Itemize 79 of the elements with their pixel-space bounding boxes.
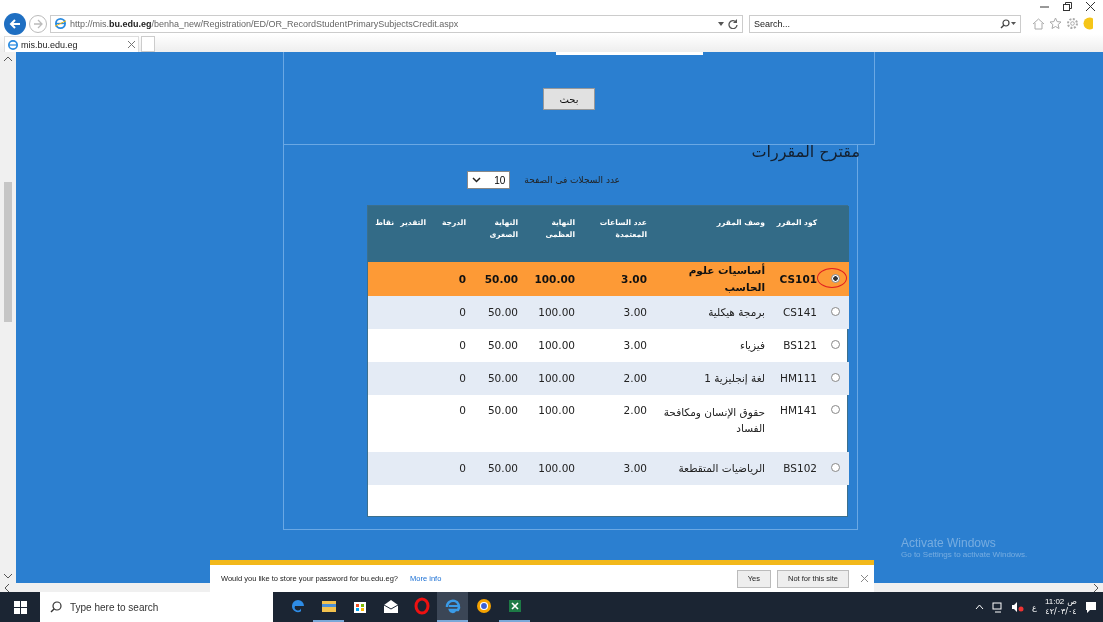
table-cell: 3.00	[623, 339, 647, 352]
table-cell: 50.00	[487, 306, 518, 319]
notifications-icon[interactable]	[1085, 601, 1097, 613]
table-cell: 50.00	[487, 462, 518, 475]
table-cell: 0	[459, 339, 466, 352]
table-cell: فيزياء	[739, 338, 765, 351]
chevron-down-icon	[472, 177, 482, 183]
scroll-left-icon[interactable]	[4, 583, 10, 592]
radio-button[interactable]	[830, 404, 840, 414]
table-cell: 100.00	[538, 372, 575, 385]
scroll-up-icon[interactable]	[4, 56, 12, 62]
table-cell: 2.00	[623, 372, 647, 385]
radio-button[interactable]	[830, 273, 840, 283]
address-bar[interactable]: http://mis.bu.edu.eg/benha_new/Registration/ED/OR_RecordStudentPrimarySubjectsCredit.aspx	[50, 14, 743, 33]
table-cell: 100.00	[534, 272, 575, 285]
search-icon[interactable]	[1000, 18, 1016, 29]
table-cell: حقوق الإنسان ومكافحة الفساد	[663, 405, 765, 435]
search-button[interactable]: بحث	[543, 88, 595, 110]
radio-button[interactable]	[830, 340, 840, 350]
chevron-up-icon[interactable]	[975, 604, 985, 610]
table-cell: 50.00	[487, 339, 518, 352]
table-cell: 0	[459, 306, 466, 319]
browser-tab[interactable]: mis.bu.edu.eg	[4, 36, 139, 52]
table-cell: 50.00	[487, 403, 518, 416]
page-size-label: عدد السجلات فى الصفحة	[524, 175, 620, 185]
scroll-right-icon[interactable]	[1093, 583, 1099, 592]
radio-button[interactable]	[830, 307, 840, 317]
table-cell: CS101	[779, 272, 817, 285]
table-cell: برمجة هيكلية	[708, 305, 765, 318]
table-cell: الرياضيات المتقطعة	[678, 461, 765, 474]
dropdown-caret-icon[interactable]	[718, 20, 724, 27]
browser-e-icon	[55, 18, 66, 29]
table-cell: 0	[458, 272, 466, 285]
scroll-down-icon[interactable]	[4, 573, 12, 579]
restore-icon[interactable]	[1063, 2, 1072, 11]
activation-notice-title: Activate Windows	[901, 536, 997, 550]
table-cell: 100.00	[538, 403, 575, 416]
envelope-icon[interactable]	[381, 597, 400, 615]
refresh-icon[interactable]	[728, 18, 738, 29]
table-cell: أساسيات علوم الحاسب	[688, 264, 765, 293]
search-icon	[50, 601, 62, 613]
browser-e-icon	[8, 39, 18, 50]
scrollbar-thumb[interactable]	[4, 182, 12, 322]
speaker-muted-icon[interactable]	[1012, 602, 1025, 612]
table-cell: لغة إنجليزية 1	[704, 371, 765, 384]
vertical-scrollbar[interactable]	[0, 52, 16, 583]
table-cell: 3.00	[623, 462, 647, 475]
section-title: مقترح المقررات	[751, 142, 860, 161]
table-cell: 50.00	[487, 372, 518, 385]
table-cell: 0	[459, 403, 466, 416]
ring-icon[interactable]	[412, 597, 431, 615]
table-cell: 2.00	[623, 403, 647, 416]
taskbar-search-field[interactable]: Type here to search	[40, 592, 273, 622]
table-cell: 50.00	[484, 272, 518, 285]
network-icon[interactable]	[992, 601, 1005, 613]
table-cell: 100.00	[538, 339, 575, 352]
language-indicator[interactable]: ع	[1032, 602, 1037, 612]
table-cell: BS102	[783, 462, 817, 475]
table-cell: 100.00	[538, 306, 575, 319]
radio-button[interactable]	[830, 463, 840, 473]
page-size-select[interactable]: 10	[467, 171, 511, 189]
table-cell: HM111	[780, 372, 817, 385]
table-cell: 0	[459, 462, 466, 475]
table-cell: 3.00	[623, 306, 647, 319]
close-icon[interactable]	[1086, 2, 1095, 11]
table-cell: 100.00	[538, 462, 575, 475]
table-cell: HM141	[780, 403, 817, 416]
table-cell: 3.00	[621, 272, 647, 285]
search-field[interactable]: Search...	[749, 14, 1021, 33]
radio-button[interactable]	[830, 373, 840, 383]
browser-e-icon[interactable]	[443, 597, 462, 615]
table-cell: CS141	[782, 306, 817, 319]
table-cell: 0	[459, 372, 466, 385]
arrow-right-icon	[33, 18, 43, 29]
star-icon[interactable]	[1049, 17, 1062, 30]
back-button[interactable]	[4, 12, 26, 35]
windows-start-icon[interactable]	[13, 600, 27, 614]
table-cell: BS121	[783, 339, 817, 352]
arrow-left-icon	[9, 17, 21, 30]
